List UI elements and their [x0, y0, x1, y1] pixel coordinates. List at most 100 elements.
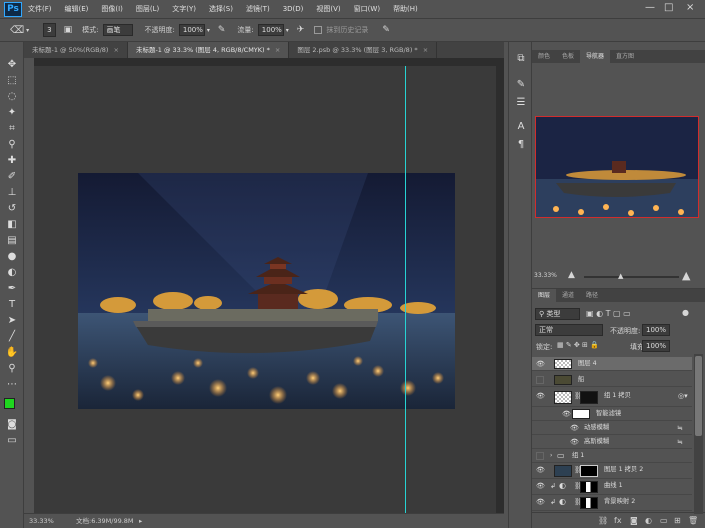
erase-to-history-checkbox[interactable]: [314, 26, 323, 34]
layer-row[interactable]: 👁 ⛓ 组 1 拷贝 ◎▾: [532, 389, 692, 407]
menu-filter[interactable]: 滤镜(T): [246, 4, 270, 14]
tab-color[interactable]: 颜色: [532, 50, 556, 63]
flow-dropdown-icon[interactable]: ▾: [286, 27, 289, 34]
layer-row[interactable]: 👁 高斯模糊 ≒: [532, 435, 692, 449]
brush-preset-panel-icon[interactable]: ✎: [514, 78, 528, 92]
layer-row[interactable]: 👁 ⛓ 图层 1 拷贝 2: [532, 463, 692, 479]
layer-row[interactable]: › ▭ 组 1: [532, 449, 692, 463]
menu-help[interactable]: 帮助(H): [393, 4, 418, 14]
marquee-tool-icon[interactable]: ⬚: [5, 74, 19, 88]
tab-layers[interactable]: 图层: [532, 289, 557, 302]
flow-field[interactable]: 100%: [257, 24, 284, 36]
screen-mode-icon[interactable]: ▭: [5, 434, 19, 448]
visibility-eye-icon[interactable]: 👁: [570, 435, 580, 449]
layer-filter-select[interactable]: ⚲ 类型: [535, 308, 580, 320]
filter-pixel-icon[interactable]: ▣ ◐ T ▢ ▭: [586, 309, 631, 318]
move-tool-icon[interactable]: ✥: [5, 58, 19, 72]
minimize-button[interactable]: —: [645, 2, 655, 13]
navigator-zoom-handle-icon[interactable]: ▲: [618, 272, 623, 280]
healing-brush-tool-icon[interactable]: ✚: [5, 154, 19, 168]
pressure-opacity-icon[interactable]: ✎: [218, 25, 226, 35]
eyedropper-tool-icon[interactable]: ⚲: [5, 138, 19, 152]
zoom-tool-icon[interactable]: ⚲: [5, 362, 19, 376]
close-tab-icon[interactable]: ×: [275, 46, 280, 54]
visibility-eye-icon[interactable]: 👁: [536, 463, 546, 477]
path-select-tool-icon[interactable]: ➤: [5, 314, 19, 328]
adjust-panel-icon[interactable]: ☰: [514, 96, 528, 110]
close-tab-icon[interactable]: ×: [113, 46, 118, 54]
crop-tool-icon[interactable]: ⌗: [5, 122, 19, 136]
layer-row[interactable]: 👁 图层 4: [532, 357, 692, 371]
menu-image[interactable]: 图像(I): [101, 4, 123, 14]
preset-dropdown-icon[interactable]: ▾: [26, 27, 29, 34]
tab-document-3[interactable]: 图层 2.psb @ 33.3% (图层 3, RGB/8) * ×: [289, 42, 438, 58]
zoom-level[interactable]: 33.33%: [29, 514, 54, 528]
navigator-preview[interactable]: [535, 116, 699, 218]
visibility-empty-box[interactable]: [536, 452, 544, 460]
link-layers-icon[interactable]: ⛓: [598, 516, 608, 525]
filter-options-icon[interactable]: ≒: [677, 421, 683, 435]
menu-select[interactable]: 选择(S): [209, 4, 233, 14]
vertical-guide[interactable]: [405, 66, 406, 513]
layer-opacity-field[interactable]: 100%: [642, 324, 670, 336]
menu-type[interactable]: 文字(Y): [172, 4, 196, 14]
layer-style-icon[interactable]: fx: [614, 516, 622, 525]
brush-panel-icon[interactable]: ▣: [64, 25, 73, 35]
tab-paths[interactable]: 路径: [580, 289, 604, 302]
eraser-tool-icon[interactable]: ⌫: [10, 25, 24, 36]
layer-row[interactable]: 👁 ↲ ◐ ⛓ 背景映射 2: [532, 495, 692, 511]
type-tool-icon[interactable]: T: [5, 298, 19, 312]
filter-options-icon[interactable]: ≒: [677, 435, 683, 449]
brush-tool-icon[interactable]: ✐: [5, 170, 19, 184]
line-tool-icon[interactable]: ╱: [5, 330, 19, 344]
tab-document-1[interactable]: 未标题-1 @ 50%(RGB/8) ×: [24, 42, 128, 58]
close-button[interactable]: ×: [686, 2, 694, 13]
history-panel-icon[interactable]: ⧉: [514, 52, 528, 66]
maximize-button[interactable]: □: [664, 2, 673, 13]
history-brush-tool-icon[interactable]: ↺: [5, 202, 19, 216]
blur-tool-icon[interactable]: ●: [5, 250, 19, 264]
clone-stamp-tool-icon[interactable]: ⊥: [5, 186, 19, 200]
filter-toggle-icon[interactable]: ●: [682, 308, 689, 317]
lock-icons[interactable]: ▦ ✎ ✥ ⊞ 🔒: [557, 341, 599, 349]
menu-edit[interactable]: 编辑(E): [65, 4, 89, 14]
menu-window[interactable]: 窗口(W): [354, 4, 380, 14]
pen-tool-icon[interactable]: ✒: [5, 282, 19, 296]
expand-chevron-icon[interactable]: ›: [550, 449, 552, 463]
quick-select-tool-icon[interactable]: ✦: [5, 106, 19, 120]
layers-scroll-thumb[interactable]: [695, 356, 702, 436]
tab-channels[interactable]: 通道: [556, 289, 580, 302]
more-tools-icon[interactable]: ⋯: [5, 378, 19, 392]
zoom-in-icon[interactable]: ▲: [682, 269, 690, 282]
visibility-eye-icon[interactable]: 👁: [536, 495, 546, 509]
add-mask-icon[interactable]: ◙: [630, 516, 638, 525]
tab-navigator[interactable]: 导航器: [580, 50, 611, 63]
visibility-eye-icon[interactable]: 👁: [536, 479, 546, 493]
mode-select[interactable]: 画笔: [102, 24, 133, 36]
blend-mode-select[interactable]: 正常: [535, 324, 603, 336]
foreground-color-swatch[interactable]: [4, 398, 15, 409]
airbrush-icon[interactable]: ✈: [297, 25, 305, 35]
visibility-eye-icon[interactable]: 👁: [570, 421, 580, 435]
brush-size-field[interactable]: 3: [43, 23, 56, 37]
visibility-eye-icon[interactable]: 👁: [536, 357, 546, 371]
menu-layer[interactable]: 图层(L): [136, 4, 159, 14]
navigator-zoom-value[interactable]: 33.33%: [534, 272, 557, 279]
eraser-tool-icon[interactable]: ◧: [5, 218, 19, 232]
artwork-image[interactable]: [78, 173, 455, 409]
new-layer-icon[interactable]: ⊞: [674, 516, 681, 525]
layer-row[interactable]: 👁 智能滤镜: [532, 407, 692, 421]
dodge-tool-icon[interactable]: ◐: [5, 266, 19, 280]
fill-field[interactable]: 100%: [642, 340, 670, 352]
tab-histogram[interactable]: 直方图: [610, 50, 640, 63]
hand-tool-icon[interactable]: ✋: [5, 346, 19, 360]
menu-view[interactable]: 视图(V): [316, 4, 340, 14]
tab-swatches[interactable]: 色板: [556, 50, 580, 63]
pressure-size-icon[interactable]: ✎: [382, 25, 390, 35]
layers-scrollbar[interactable]: [694, 354, 703, 514]
new-group-icon[interactable]: ▭: [660, 516, 668, 525]
zoom-out-icon[interactable]: ▲: [568, 270, 575, 280]
layer-row[interactable]: 船: [532, 373, 692, 387]
menu-3d[interactable]: 3D(D): [283, 5, 304, 13]
close-tab-icon[interactable]: ×: [423, 46, 428, 54]
